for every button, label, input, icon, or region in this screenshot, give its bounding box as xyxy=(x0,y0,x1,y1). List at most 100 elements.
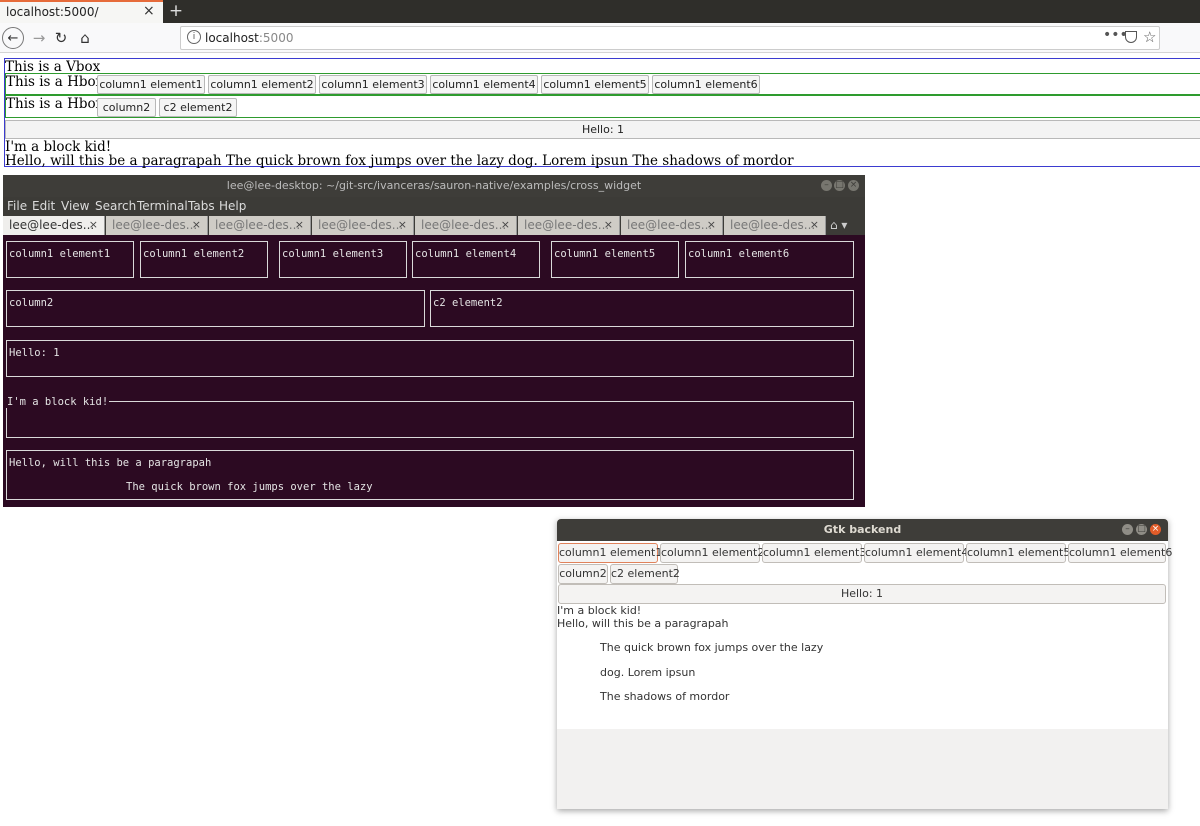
web-button-column1-element1[interactable]: column1 element1 xyxy=(97,75,205,94)
browser-tab-bar: localhost:5000/ × + xyxy=(0,0,1200,23)
hbox-label: This is a Hbox xyxy=(6,96,104,112)
gtk-window: Gtk backend – □ × column1 element1 colum… xyxy=(557,519,1172,809)
gtk-button-column1-element5[interactable]: column1 element5 xyxy=(966,543,1070,563)
web-button-column1-element4[interactable]: column1 element4 xyxy=(430,75,538,94)
reload-icon[interactable]: ↻ xyxy=(50,27,72,49)
close-tab-icon[interactable]: × xyxy=(398,216,407,234)
gtk-button-column1-element6[interactable]: column1 element6 xyxy=(1068,543,1172,563)
close-tab-icon[interactable]: × xyxy=(89,216,98,234)
url-text: localhost:5000 xyxy=(205,31,293,45)
terminal-window: lee@lee-desktop: ~/git-src/ivanceras/sau… xyxy=(3,175,865,507)
tui-button-label: column1 element1 xyxy=(9,248,111,260)
web-hello-button[interactable]: Hello: 1 xyxy=(5,120,1200,139)
tui-button-column1-element1[interactable]: column1 element1 xyxy=(6,241,134,278)
minimize-icon[interactable]: – xyxy=(821,180,832,191)
browser-tab[interactable]: localhost:5000/ × xyxy=(0,0,163,23)
close-tab-icon[interactable]: × xyxy=(501,216,510,234)
terminal-tab[interactable]: lee@lee-des... × xyxy=(312,216,414,235)
web-button-column2[interactable]: column2 xyxy=(97,98,156,117)
pocket-icon[interactable] xyxy=(1125,31,1137,43)
url-bar[interactable]: i localhost:5000 ••• ☆ xyxy=(180,26,1160,50)
tui-button-label: c2 element2 xyxy=(433,297,503,309)
menu-edit[interactable]: Edit xyxy=(32,199,55,213)
tui-button-column1-element3[interactable]: column1 element3 xyxy=(279,241,407,278)
tab-list-icon[interactable]: ⌂ ▾ xyxy=(830,218,847,232)
terminal-body[interactable]: column1 element1 column1 element2 column… xyxy=(3,235,865,507)
gtk-paragraph-line: The shadows of mordor xyxy=(600,690,730,703)
tui-button-label: column2 xyxy=(9,297,54,309)
close-window-icon[interactable]: × xyxy=(848,180,859,191)
maximize-icon[interactable]: □ xyxy=(834,180,845,191)
url-host: localhost xyxy=(205,31,259,45)
close-tab-icon[interactable]: × xyxy=(604,216,613,234)
gtk-titlebar[interactable]: Gtk backend – □ × xyxy=(557,519,1168,541)
bookmark-star-icon[interactable]: ☆ xyxy=(1143,28,1156,46)
terminal-tab[interactable]: lee@lee-des... × xyxy=(621,216,723,235)
back-arrow-icon[interactable]: ← xyxy=(2,27,24,49)
terminal-tab[interactable]: lee@lee-des... × xyxy=(724,216,826,235)
gtk-button-column1-element1[interactable]: column1 element1 xyxy=(558,543,662,563)
tui-paragraph-line2: The quick brown fox jumps over the lazy xyxy=(126,481,373,493)
close-tab-icon[interactable]: × xyxy=(810,216,819,234)
home-icon[interactable]: ⌂ xyxy=(74,27,96,49)
terminal-title: lee@lee-desktop: ~/git-src/ivanceras/sau… xyxy=(226,179,642,192)
tui-button-c2-element2[interactable]: c2 element2 xyxy=(430,290,854,327)
tui-button-label: column1 element3 xyxy=(282,248,384,260)
url-port: :5000 xyxy=(258,31,294,45)
web-button-column1-element6[interactable]: column1 element6 xyxy=(652,75,760,94)
terminal-tab[interactable]: lee@lee-des... × xyxy=(106,216,208,235)
close-tab-icon[interactable]: × xyxy=(707,216,716,234)
gtk-button-column1-element4[interactable]: column1 element4 xyxy=(864,543,968,563)
terminal-tab-bar: lee@lee-des... × lee@lee-des... × lee@lee-… xyxy=(3,216,865,235)
close-window-icon[interactable]: × xyxy=(1150,524,1161,535)
terminal-menubar: File Edit View Search Terminal Tabs Help xyxy=(3,197,865,216)
tui-button-column1-element4[interactable]: column1 element4 xyxy=(412,241,540,278)
gtk-button-column1-element2[interactable]: column1 element2 xyxy=(660,543,764,563)
menu-search[interactable]: Search xyxy=(95,199,136,213)
terminal-tab[interactable]: lee@lee-des... × xyxy=(209,216,311,235)
web-button-column1-element3[interactable]: column1 element3 xyxy=(319,75,427,94)
web-button-column1-element2[interactable]: column1 element2 xyxy=(208,75,316,94)
gtk-block-kid-text: I'm a block kid! xyxy=(557,604,642,617)
tui-button-column1-element2[interactable]: column1 element2 xyxy=(140,241,268,278)
terminal-tab[interactable]: lee@lee-des... × xyxy=(415,216,517,235)
menu-file[interactable]: File xyxy=(7,199,27,213)
new-tab-button[interactable]: + xyxy=(166,0,186,22)
terminal-tab-label: lee@lee-des... xyxy=(9,218,95,232)
gtk-button-column1-element3[interactable]: column1 element3 xyxy=(762,543,866,563)
menu-view[interactable]: View xyxy=(61,199,89,213)
web-page-content: This is a Vbox This is a Hbox column1 el… xyxy=(0,53,1200,173)
browser-nav-bar: ← → ↻ ⌂ i localhost:5000 ••• ☆ xyxy=(0,23,1200,53)
close-tab-icon[interactable]: × xyxy=(295,216,304,234)
close-tab-icon[interactable]: × xyxy=(143,3,155,19)
tui-paragraph-box: Hello, will this be a paragrapah The qui… xyxy=(6,450,854,500)
terminal-titlebar[interactable]: lee@lee-desktop: ~/git-src/ivanceras/sau… xyxy=(3,175,865,197)
close-tab-icon[interactable]: × xyxy=(192,216,201,234)
gtk-hello-button[interactable]: Hello: 1 xyxy=(558,584,1166,604)
menu-tabs[interactable]: Tabs xyxy=(188,199,215,213)
maximize-icon[interactable]: □ xyxy=(1136,524,1147,535)
terminal-tab[interactable]: lee@lee-des... × xyxy=(3,216,105,235)
gtk-button-column2[interactable]: column2 xyxy=(558,564,608,584)
tui-button-column1-element6[interactable]: column1 element6 xyxy=(685,241,854,278)
gtk-button-c2-element2[interactable]: c2 element2 xyxy=(610,564,680,584)
menu-help[interactable]: Help xyxy=(219,199,246,213)
forward-arrow-icon[interactable]: → xyxy=(28,27,50,49)
terminal-tab-label: lee@lee-des... xyxy=(524,218,610,232)
menu-terminal[interactable]: Terminal xyxy=(137,199,188,213)
minimize-icon[interactable]: – xyxy=(1122,524,1133,535)
hbox-label: This is a Hbox xyxy=(6,74,104,90)
terminal-tab-label: lee@lee-des... xyxy=(318,218,404,232)
web-paragraph: Hello, will this be a paragrapah The qui… xyxy=(5,153,794,169)
web-button-column1-element5[interactable]: column1 element5 xyxy=(541,75,649,94)
web-button-c2-element2[interactable]: c2 element2 xyxy=(159,98,237,117)
tui-hello-button[interactable]: Hello: 1 xyxy=(6,340,854,377)
terminal-tab-label: lee@lee-des... xyxy=(730,218,816,232)
terminal-tab-label: lee@lee-des... xyxy=(215,218,301,232)
tui-block-kid-label: I'm a block kid! xyxy=(6,396,110,408)
terminal-tab[interactable]: lee@lee-des... × xyxy=(518,216,620,235)
info-icon[interactable]: i xyxy=(187,30,201,44)
tui-button-column1-element5[interactable]: column1 element5 xyxy=(551,241,679,278)
vbox-container: This is a Vbox This is a Hbox column1 el… xyxy=(4,58,1200,169)
tui-button-column2[interactable]: column2 xyxy=(6,290,425,327)
